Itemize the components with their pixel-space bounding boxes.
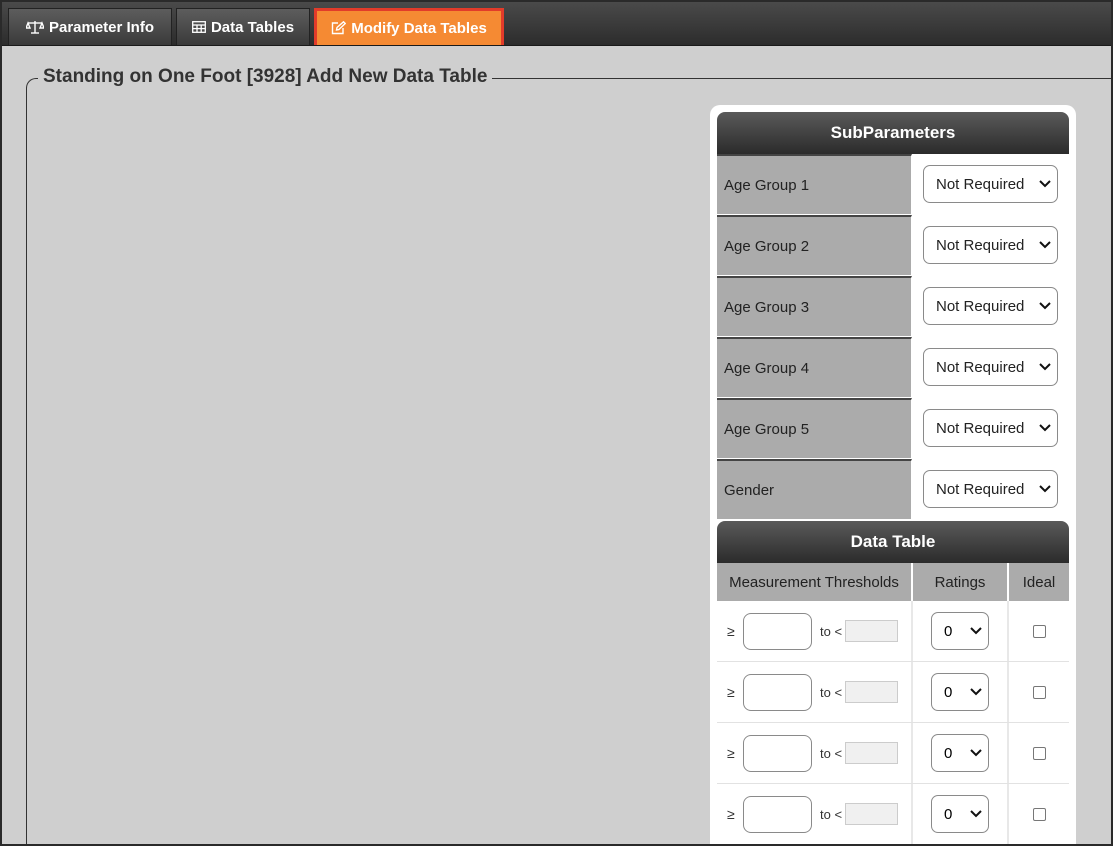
threshold-input[interactable] (743, 795, 812, 833)
subparameters-header: SubParameters (717, 112, 1069, 154)
select-value: Not Required (936, 419, 1025, 437)
balance-scale-icon (25, 20, 44, 34)
subparameter-label: Gender (717, 459, 912, 519)
to-label: to < (820, 745, 843, 761)
to-label: to < (820, 684, 843, 700)
column-header: Measurement Thresholds (717, 563, 913, 601)
chevron-down-icon (970, 810, 982, 818)
subparameter-select[interactable]: Not Required (923, 287, 1058, 325)
ideal-checkbox[interactable] (1032, 624, 1046, 638)
subparameter-row: Age Group 5 Not Required (717, 398, 1069, 459)
table-row: ≥ to < 0 (717, 723, 1069, 784)
select-value: 0 (944, 744, 953, 762)
chevron-down-icon (1039, 485, 1051, 493)
tab-bar: Parameter Info Data Tables Modify Data T… (2, 2, 1111, 46)
right-panel: SubParameters Age Group 1 Not Required A… (710, 105, 1076, 844)
chevron-down-icon (1039, 363, 1051, 371)
subparameter-label: Age Group 5 (717, 398, 912, 458)
table-row: ≥ to < 0 (717, 784, 1069, 844)
select-value: Not Required (936, 358, 1025, 376)
rating-select[interactable]: 0 (931, 673, 989, 711)
threshold-upper-input (845, 681, 899, 703)
subparameter-label: Age Group 2 (717, 215, 912, 275)
subparameter-select[interactable]: Not Required (923, 409, 1058, 447)
tab-modify-data-tables[interactable]: Modify Data Tables (314, 8, 504, 45)
ideal-checkbox[interactable] (1032, 685, 1046, 699)
subparameter-row: Gender Not Required (717, 459, 1069, 520)
chevron-down-icon (1039, 180, 1051, 188)
chevron-down-icon (1039, 424, 1051, 432)
select-value: Not Required (936, 175, 1025, 193)
ge-symbol: ≥ (727, 745, 735, 761)
chevron-down-icon (970, 749, 982, 757)
ge-symbol: ≥ (727, 806, 735, 822)
tab-label: Parameter Info (48, 18, 155, 36)
subparameter-row: Age Group 3 Not Required (717, 276, 1069, 337)
threshold-input[interactable] (743, 612, 812, 650)
tab-label: Modify Data Tables (351, 19, 487, 37)
ge-symbol: ≥ (727, 684, 735, 700)
select-value: 0 (944, 622, 953, 640)
select-value: Not Required (936, 236, 1025, 254)
rating-select[interactable]: 0 (931, 795, 989, 833)
select-value: Not Required (936, 480, 1025, 498)
tab-data-tables[interactable]: Data Tables (176, 8, 310, 45)
ideal-checkbox[interactable] (1032, 746, 1046, 760)
subparameter-select[interactable]: Not Required (923, 226, 1058, 264)
rating-select[interactable]: 0 (931, 612, 989, 650)
subparameter-row: Age Group 2 Not Required (717, 215, 1069, 276)
chevron-down-icon (970, 688, 982, 696)
subparameter-row: Age Group 1 Not Required (717, 154, 1069, 215)
data-table-header: Data Table (717, 521, 1069, 563)
threshold-upper-input (845, 620, 899, 642)
table-row: ≥ to < 0 (717, 601, 1069, 662)
rating-select[interactable]: 0 (931, 734, 989, 772)
subparameter-label: Age Group 1 (717, 154, 912, 214)
subparameter-label: Age Group 3 (717, 276, 912, 336)
edit-icon (331, 21, 347, 35)
ge-symbol: ≥ (727, 623, 735, 639)
threshold-upper-input (845, 803, 899, 825)
subparameter-select[interactable]: Not Required (923, 470, 1058, 508)
page-title: Standing on One Foot [3928] Add New Data… (38, 66, 493, 88)
to-label: to < (820, 623, 843, 639)
column-header: Ratings (913, 563, 1009, 601)
subparameter-row: Age Group 4 Not Required (717, 337, 1069, 398)
chevron-down-icon (970, 627, 982, 635)
threshold-input[interactable] (743, 734, 812, 772)
chevron-down-icon (1039, 302, 1051, 310)
app-window: Parameter Info Data Tables Modify Data T… (0, 0, 1113, 846)
threshold-upper-input (845, 742, 899, 764)
to-label: to < (820, 806, 843, 822)
ideal-checkbox[interactable] (1032, 807, 1046, 821)
column-header: Ideal (1009, 563, 1069, 601)
chevron-down-icon (1039, 241, 1051, 249)
subparameter-select[interactable]: Not Required (923, 165, 1058, 203)
tab-label: Data Tables (210, 18, 295, 36)
threshold-input[interactable] (743, 673, 812, 711)
tab-parameter-info[interactable]: Parameter Info (8, 8, 172, 45)
subparameter-label: Age Group 4 (717, 337, 912, 397)
select-value: 0 (944, 683, 953, 701)
subparameter-select[interactable]: Not Required (923, 348, 1058, 386)
select-value: 0 (944, 805, 953, 823)
select-value: Not Required (936, 297, 1025, 315)
table-row: ≥ to < 0 (717, 662, 1069, 723)
table-icon (192, 21, 206, 33)
data-table-columns: Measurement Thresholds Ratings Ideal (717, 563, 1069, 601)
